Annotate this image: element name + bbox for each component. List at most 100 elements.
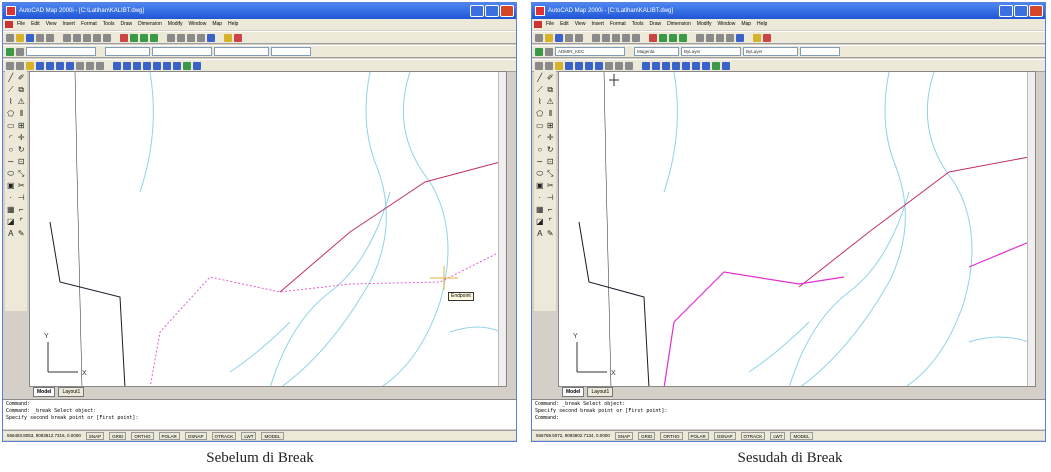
rectangle-icon[interactable]: ▭ bbox=[535, 121, 545, 132]
map-tool-5-icon[interactable] bbox=[46, 61, 54, 70]
preview-icon[interactable] bbox=[575, 33, 583, 42]
map-tool-15-icon[interactable] bbox=[153, 61, 161, 70]
lineweight-combo[interactable] bbox=[214, 47, 269, 56]
polygon-icon[interactable]: ⬠ bbox=[535, 109, 545, 120]
extend-icon[interactable]: ⊣ bbox=[17, 193, 27, 204]
close-button[interactable] bbox=[500, 5, 514, 17]
osnap-toggle[interactable]: OSNAP bbox=[184, 432, 207, 440]
copy-icon[interactable] bbox=[602, 33, 610, 42]
stretch-icon[interactable]: ⤡ bbox=[546, 169, 556, 180]
line-icon[interactable]: ╱ bbox=[6, 73, 16, 84]
layer-icon[interactable] bbox=[130, 33, 138, 42]
explode-icon[interactable]: ✎ bbox=[546, 229, 556, 240]
menu-dimension[interactable]: Dimension bbox=[667, 19, 691, 30]
ortho-toggle[interactable]: ORTHO bbox=[131, 432, 154, 440]
menu-help[interactable]: Help bbox=[757, 19, 767, 30]
construction-line-icon[interactable]: ⟋ bbox=[6, 85, 16, 96]
new-icon[interactable] bbox=[6, 33, 14, 42]
map-tool-10-icon[interactable] bbox=[96, 61, 104, 70]
map-tool-1-icon[interactable] bbox=[535, 61, 543, 70]
cut-icon[interactable] bbox=[592, 33, 600, 42]
copy-icon[interactable]: ⧉ bbox=[546, 85, 556, 96]
map-tool-1-icon[interactable] bbox=[6, 61, 14, 70]
map-tool-7-icon[interactable] bbox=[66, 61, 74, 70]
osnap-toggle[interactable]: OSNAP bbox=[713, 432, 736, 440]
osnap-icon[interactable] bbox=[140, 33, 148, 42]
command-window[interactable]: Command: _break Select object: Specify se… bbox=[532, 399, 1045, 429]
polyline-icon[interactable]: ⌇ bbox=[535, 97, 545, 108]
map-tool-13-icon[interactable] bbox=[662, 61, 670, 70]
map-tool-5-icon[interactable] bbox=[575, 61, 583, 70]
print-icon[interactable] bbox=[36, 33, 44, 42]
scale-icon[interactable]: ⊡ bbox=[17, 157, 27, 168]
block-icon[interactable]: ▣ bbox=[6, 181, 16, 192]
paste-icon[interactable] bbox=[83, 33, 91, 42]
command-window[interactable]: Command: Command: _break Select object: Sp… bbox=[3, 399, 516, 429]
layer-manager-icon[interactable] bbox=[535, 47, 543, 56]
scale-icon[interactable]: ⊡ bbox=[546, 157, 556, 168]
menu-modify[interactable]: Modify bbox=[697, 19, 712, 30]
open-icon[interactable] bbox=[16, 33, 24, 42]
map-tool-9-icon[interactable] bbox=[86, 61, 94, 70]
map-tool-3-icon[interactable] bbox=[26, 61, 34, 70]
trim-icon[interactable]: ✂ bbox=[546, 181, 556, 192]
polar-toggle[interactable]: POLAR bbox=[687, 432, 709, 440]
erase-icon[interactable]: ✐ bbox=[17, 73, 27, 84]
linetype-combo[interactable] bbox=[152, 47, 212, 56]
mirror-icon[interactable]: ⚠ bbox=[546, 97, 556, 108]
map-tool-16-icon[interactable] bbox=[692, 61, 700, 70]
pan-icon[interactable] bbox=[167, 33, 175, 42]
chamfer-icon[interactable]: ⌜ bbox=[546, 217, 556, 228]
snap-toggle[interactable]: SNAP bbox=[85, 432, 105, 440]
maximize-button[interactable] bbox=[485, 5, 499, 17]
zoom-window-icon[interactable] bbox=[187, 33, 195, 42]
map-tool-12-icon[interactable] bbox=[123, 61, 131, 70]
map-tool-18-icon[interactable] bbox=[712, 61, 720, 70]
paste-icon[interactable] bbox=[612, 33, 620, 42]
osnap-icon[interactable] bbox=[669, 33, 677, 42]
point-icon[interactable]: · bbox=[535, 193, 545, 204]
menu-dimension[interactable]: Dimension bbox=[138, 19, 162, 30]
line-icon[interactable]: ╱ bbox=[535, 73, 545, 84]
move-icon[interactable]: ✛ bbox=[546, 133, 556, 144]
erase-icon[interactable]: ✐ bbox=[546, 73, 556, 84]
map-tool-2-icon[interactable] bbox=[16, 61, 24, 70]
rotate-icon[interactable]: ↻ bbox=[546, 145, 556, 156]
open-icon[interactable] bbox=[545, 33, 553, 42]
today-icon[interactable] bbox=[763, 33, 771, 42]
point-icon[interactable]: · bbox=[6, 193, 16, 204]
color-combo[interactable]: Magenta bbox=[634, 47, 679, 56]
map-tool-8-icon[interactable] bbox=[605, 61, 613, 70]
plotstyle-combo[interactable] bbox=[800, 47, 840, 56]
spline-icon[interactable]: ∼ bbox=[6, 157, 16, 168]
today-icon[interactable] bbox=[234, 33, 242, 42]
layer-combo[interactable] bbox=[26, 47, 96, 56]
copy-icon[interactable] bbox=[73, 33, 81, 42]
new-icon[interactable] bbox=[535, 33, 543, 42]
map-tool-4-icon[interactable] bbox=[36, 61, 44, 70]
menu-window[interactable]: Window bbox=[718, 19, 736, 30]
color-combo[interactable] bbox=[105, 47, 150, 56]
preview-icon[interactable] bbox=[46, 33, 54, 42]
help-icon[interactable] bbox=[224, 33, 232, 42]
trim-icon[interactable]: ✂ bbox=[17, 181, 27, 192]
close-button[interactable] bbox=[1029, 5, 1043, 17]
map-tool-13-icon[interactable] bbox=[133, 61, 141, 70]
map-tool-6-icon[interactable] bbox=[56, 61, 64, 70]
move-icon[interactable]: ✛ bbox=[17, 133, 27, 144]
pan-icon[interactable] bbox=[696, 33, 704, 42]
ortho-toggle[interactable]: ORTHO bbox=[660, 432, 683, 440]
properties-icon[interactable] bbox=[120, 33, 128, 42]
menu-file[interactable]: File bbox=[17, 19, 25, 30]
tab-layout1[interactable]: Layout1 bbox=[587, 387, 614, 397]
map-tool-3-icon[interactable] bbox=[555, 61, 563, 70]
snap-toggle[interactable]: SNAP bbox=[614, 432, 634, 440]
lwt-toggle[interactable]: LWT bbox=[770, 432, 786, 440]
map-tool-14-icon[interactable] bbox=[672, 61, 680, 70]
lineweight-combo[interactable]: ByLayer bbox=[743, 47, 798, 56]
maximize-button[interactable] bbox=[1014, 5, 1028, 17]
polar-toggle[interactable]: POLAR bbox=[158, 432, 180, 440]
extend-icon[interactable]: ⊣ bbox=[546, 193, 556, 204]
rotate-icon[interactable]: ↻ bbox=[17, 145, 27, 156]
map-tool-18-icon[interactable] bbox=[183, 61, 191, 70]
